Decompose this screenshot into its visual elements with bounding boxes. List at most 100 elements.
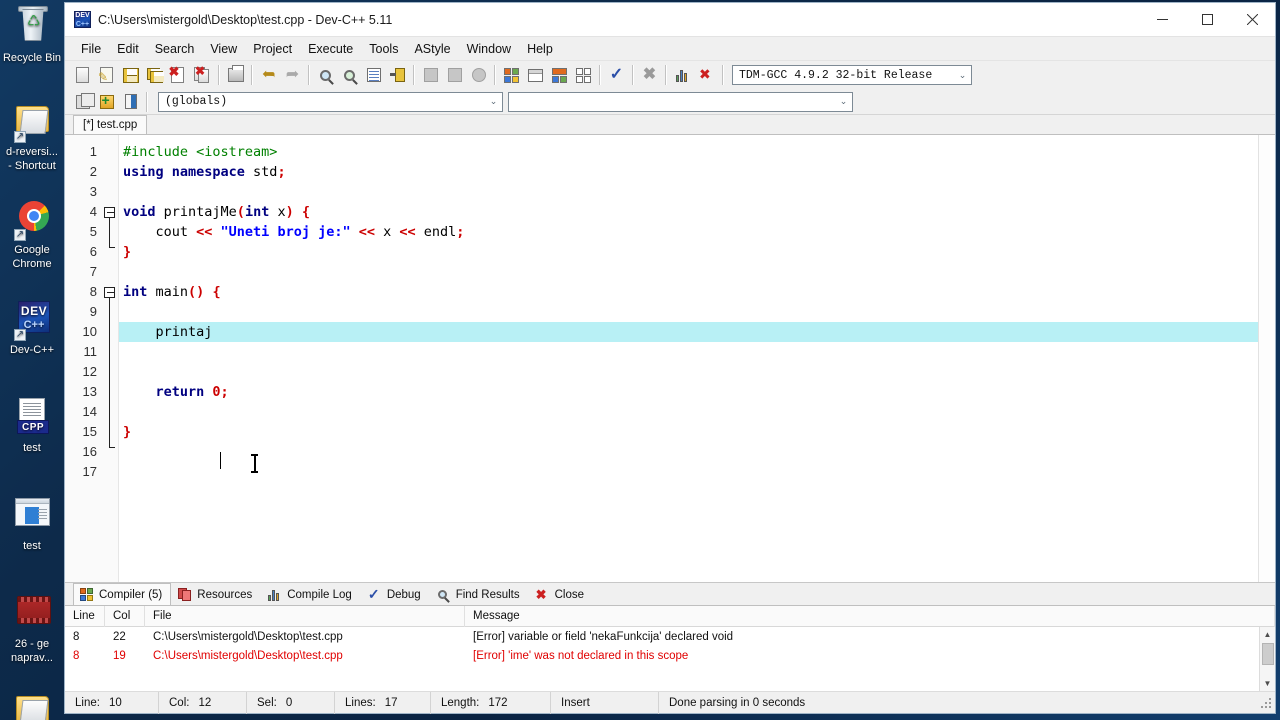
tab-compile-log[interactable]: Compile Log bbox=[261, 583, 361, 605]
menu-project[interactable]: Project bbox=[245, 39, 300, 59]
add-to-project-button[interactable] bbox=[95, 90, 118, 113]
syntax-check-button[interactable]: ✓ bbox=[605, 64, 628, 87]
tab-test-cpp[interactable]: [*] test.cpp bbox=[73, 115, 148, 134]
replace-button[interactable] bbox=[338, 64, 361, 87]
tab-close-panel[interactable]: ✖ Close bbox=[529, 583, 593, 605]
goto-line-icon bbox=[366, 68, 381, 82]
maximize-icon[interactable] bbox=[1185, 3, 1230, 37]
line-number: 12 bbox=[82, 364, 97, 379]
column-header-message[interactable]: Message bbox=[465, 605, 1275, 627]
recycle-bin-icon: ♺ bbox=[0, 6, 64, 50]
table-row[interactable]: 8 19 C:\Users\mistergold\Desktop\test.cp… bbox=[65, 646, 1259, 665]
fold-toggle-line-4[interactable] bbox=[104, 207, 115, 218]
compiler-select[interactable]: TDM-GCC 4.9.2 32-bit Release ⌄ bbox=[732, 65, 972, 85]
status-insert-mode[interactable]: Insert bbox=[551, 691, 659, 714]
rebuild-all-button[interactable] bbox=[572, 64, 595, 87]
tab-resources[interactable]: Resources bbox=[171, 583, 261, 605]
column-header-col[interactable]: Col bbox=[105, 605, 145, 627]
desktop-icon-folder-partial[interactable] bbox=[0, 690, 64, 720]
new-project-button[interactable] bbox=[71, 90, 95, 113]
column-header-file[interactable]: File bbox=[145, 605, 465, 627]
scroll-down-icon[interactable]: ▼ bbox=[1260, 676, 1276, 691]
status-lines-label: Lines: bbox=[345, 696, 376, 709]
close-all-button[interactable]: ✖ bbox=[191, 64, 214, 87]
desktop-icon-video[interactable]: 26 - ge naprav... bbox=[0, 592, 64, 664]
compile-and-run-button[interactable] bbox=[548, 64, 571, 87]
project-toolbar: (globals) ⌄ ⌄ bbox=[65, 89, 1275, 115]
column-header-line[interactable]: Line bbox=[65, 605, 105, 627]
find-button[interactable] bbox=[314, 64, 337, 87]
desktop-icon-google-chrome[interactable]: ↗ Google Chrome bbox=[0, 198, 64, 270]
scrollbar-thumb[interactable] bbox=[1261, 643, 1274, 665]
code-line: using namespace std; bbox=[123, 164, 286, 180]
desktop-icon-test-exe[interactable]: test bbox=[0, 494, 64, 552]
print-button[interactable] bbox=[224, 64, 247, 87]
symbol-select[interactable]: ⌄ bbox=[508, 91, 853, 112]
run-button[interactable] bbox=[524, 64, 547, 87]
menu-execute[interactable]: Execute bbox=[300, 39, 361, 59]
code-folding-gutter[interactable] bbox=[101, 135, 119, 582]
editor-tab-strip: [*] test.cpp bbox=[65, 115, 1275, 135]
menu-astyle[interactable]: AStyle bbox=[406, 39, 458, 59]
toolbar-separator bbox=[632, 65, 634, 85]
step-over-button[interactable] bbox=[443, 64, 466, 87]
menu-search[interactable]: Search bbox=[147, 39, 203, 59]
editor-vertical-scrollbar[interactable] bbox=[1258, 135, 1275, 582]
redo-button[interactable]: ➦ bbox=[281, 64, 304, 87]
profile-button[interactable] bbox=[671, 64, 694, 87]
menu-file[interactable]: File bbox=[73, 39, 109, 59]
stop-button[interactable] bbox=[467, 64, 490, 87]
menu-help[interactable]: Help bbox=[519, 39, 561, 59]
delete-profile-button[interactable] bbox=[695, 64, 718, 87]
open-file-button[interactable]: ✎ bbox=[95, 64, 118, 87]
desktop-icon-test-cpp[interactable]: CPP test bbox=[0, 396, 64, 454]
new-file-button[interactable] bbox=[71, 64, 94, 87]
table-row[interactable]: 8 22 C:\Users\mistergold\Desktop\test.cp… bbox=[65, 627, 1259, 646]
results-vertical-scrollbar[interactable]: ▲ ▼ bbox=[1259, 627, 1275, 691]
line-number: 17 bbox=[82, 464, 97, 479]
status-col: Col: 12 bbox=[159, 691, 247, 714]
close-file-button[interactable]: ✖ bbox=[167, 64, 190, 87]
project-icon bbox=[75, 92, 95, 109]
desktop-icon-recycle-bin[interactable]: ♺ Recycle Bin bbox=[0, 6, 64, 64]
close-page-icon: ✖ bbox=[169, 64, 187, 83]
desktop-icon-label-2: Chrome bbox=[12, 258, 52, 270]
line-number: 1 bbox=[89, 144, 97, 159]
remove-from-project-button[interactable] bbox=[119, 90, 142, 113]
step-into-button[interactable] bbox=[419, 64, 442, 87]
title-bar[interactable]: DEV C++ C:\Users\mistergold\Desktop\test.… bbox=[65, 3, 1275, 37]
desktop-icon-reversi-shortcut[interactable]: ↗ d-reversi... - Shortcut bbox=[0, 100, 64, 172]
toolbar-separator bbox=[218, 65, 220, 85]
abort-compile-button[interactable]: ✖ bbox=[638, 64, 661, 87]
main-toolbar: ✎ ✖ ✖ ➦ ➦ ✓ ✖ ✖ TDM-GCC 4.9.2 32-bit Rel… bbox=[65, 61, 1275, 89]
menu-window[interactable]: Window bbox=[459, 39, 519, 59]
desktop-icon-label: d-reversi... bbox=[6, 146, 58, 158]
line-number: 4 bbox=[89, 204, 97, 219]
desktop-icon-dev-cpp[interactable]: DEV C++ ↗ Dev-C++ bbox=[0, 298, 64, 356]
menu-view[interactable]: View bbox=[202, 39, 245, 59]
save-all-button[interactable] bbox=[143, 64, 166, 87]
scroll-up-icon[interactable]: ▲ bbox=[1260, 627, 1276, 642]
resize-grip-icon[interactable] bbox=[1259, 696, 1273, 710]
line-number: 3 bbox=[89, 184, 97, 199]
indent-icon bbox=[390, 68, 405, 82]
gray-circle-icon bbox=[471, 68, 486, 82]
menu-edit[interactable]: Edit bbox=[109, 39, 147, 59]
undo-button[interactable]: ➦ bbox=[257, 64, 280, 87]
tab-find-results[interactable]: Find Results bbox=[430, 583, 529, 605]
code-line: } bbox=[123, 424, 132, 440]
menu-tools[interactable]: Tools bbox=[361, 39, 406, 59]
code-editor[interactable]: 1 2 3 4 5 6 7 8 9 10 11 12 13 14 15 16 1… bbox=[65, 135, 1258, 582]
indent-button[interactable] bbox=[386, 64, 409, 87]
close-icon[interactable] bbox=[1230, 3, 1275, 37]
toolbar-separator bbox=[413, 65, 415, 85]
tab-debug[interactable]: ✓ Debug bbox=[361, 583, 430, 605]
goto-line-button[interactable] bbox=[362, 64, 385, 87]
scope-select[interactable]: (globals) ⌄ bbox=[158, 91, 503, 112]
save-button[interactable] bbox=[119, 64, 142, 87]
minimize-icon[interactable] bbox=[1140, 3, 1185, 37]
fold-toggle-line-8[interactable] bbox=[104, 287, 115, 298]
code-text-area[interactable]: #include <iostream> using namespace std;… bbox=[119, 135, 1258, 582]
compile-button[interactable] bbox=[500, 64, 523, 87]
tab-compiler[interactable]: Compiler (5) bbox=[73, 583, 172, 605]
